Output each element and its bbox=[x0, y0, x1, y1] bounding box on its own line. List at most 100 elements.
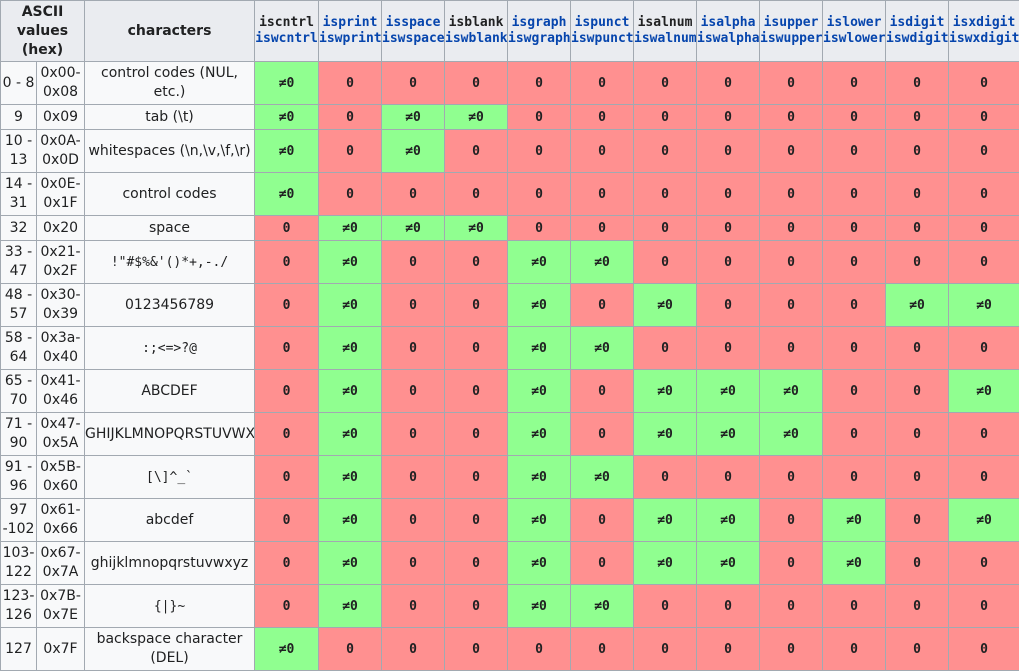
result-cell-iscntrl: 0 bbox=[255, 413, 319, 456]
result-cell-iscntrl: ≠0 bbox=[255, 628, 319, 671]
result-cell-iscntrl: ≠0 bbox=[255, 62, 319, 105]
wide-function-name[interactable]: iswcntrl bbox=[255, 31, 318, 47]
wide-function-name[interactable]: iswgraph bbox=[508, 31, 570, 47]
wide-function-name[interactable]: iswxdigit bbox=[949, 31, 1019, 47]
result-cell-isalnum: ≠0 bbox=[634, 413, 697, 456]
result-cell-isdigit: 0 bbox=[886, 327, 949, 370]
result-cell-iscntrl: 0 bbox=[255, 284, 319, 327]
result-cell-isalnum: 0 bbox=[634, 456, 697, 499]
result-cell-isprint: ≠0 bbox=[319, 456, 382, 499]
function-header-isupper[interactable]: isupperiswupper bbox=[760, 1, 823, 62]
result-cell-isspace: 0 bbox=[382, 585, 445, 628]
function-header-isprint[interactable]: isprintiswprint bbox=[319, 1, 382, 62]
result-cell-ispunct: 0 bbox=[571, 105, 634, 130]
hex-range-cell: 0x47- 0x5A bbox=[37, 413, 85, 456]
result-cell-isgraph: ≠0 bbox=[508, 284, 571, 327]
result-cell-isxdigit: ≠0 bbox=[949, 370, 1019, 413]
result-cell-isupper: ≠0 bbox=[760, 413, 823, 456]
table-row: 97 -1020x61- 0x66abcdef0≠000≠00≠0≠00≠00≠… bbox=[1, 499, 1019, 542]
hex-range-cell: 0x7F bbox=[37, 628, 85, 671]
function-header-ispunct[interactable]: ispunctiswpunct bbox=[571, 1, 634, 62]
result-cell-isdigit: 0 bbox=[886, 456, 949, 499]
result-cell-isdigit: 0 bbox=[886, 241, 949, 284]
result-cell-isxdigit: 0 bbox=[949, 130, 1019, 173]
result-cell-isxdigit: 0 bbox=[949, 105, 1019, 130]
decimal-range-cell: 33 - 47 bbox=[1, 241, 37, 284]
result-cell-isgraph: ≠0 bbox=[508, 413, 571, 456]
hex-range-cell: 0x0E- 0x1F bbox=[37, 173, 85, 216]
result-cell-isprint: ≠0 bbox=[319, 370, 382, 413]
function-name[interactable]: isupper bbox=[760, 15, 822, 31]
result-cell-isblank: 0 bbox=[445, 327, 508, 370]
function-name[interactable]: isprint bbox=[319, 15, 381, 31]
function-name[interactable]: isxdigit bbox=[949, 15, 1019, 31]
wide-function-name[interactable]: iswupper bbox=[760, 31, 822, 47]
function-header-islower[interactable]: isloweriswlower bbox=[823, 1, 886, 62]
result-cell-isalpha: 0 bbox=[697, 284, 760, 327]
result-cell-isprint: 0 bbox=[319, 105, 382, 130]
result-cell-ispunct: ≠0 bbox=[571, 327, 634, 370]
result-cell-isspace: ≠0 bbox=[382, 105, 445, 130]
function-name[interactable]: ispunct bbox=[571, 15, 633, 31]
function-header-isdigit[interactable]: isdigitiswdigit bbox=[886, 1, 949, 62]
wide-function-name[interactable]: iswspace bbox=[382, 31, 444, 47]
result-cell-iscntrl: 0 bbox=[255, 585, 319, 628]
result-cell-isalnum: 0 bbox=[634, 327, 697, 370]
result-cell-isblank: 0 bbox=[445, 62, 508, 105]
result-cell-ispunct: ≠0 bbox=[571, 585, 634, 628]
function-header-isxdigit[interactable]: isxdigitiswxdigit bbox=[949, 1, 1019, 62]
decimal-range-cell: 97 -102 bbox=[1, 499, 37, 542]
result-cell-ispunct: 0 bbox=[571, 542, 634, 585]
result-cell-ispunct: 0 bbox=[571, 628, 634, 671]
result-cell-islower: ≠0 bbox=[823, 542, 886, 585]
result-cell-isalnum: ≠0 bbox=[634, 542, 697, 585]
table-row: 10 - 130x0A- 0x0Dwhitespaces (\n,\v,\f,\… bbox=[1, 130, 1019, 173]
result-cell-isgraph: 0 bbox=[508, 62, 571, 105]
result-cell-isprint: ≠0 bbox=[319, 413, 382, 456]
result-cell-isblank: 0 bbox=[445, 370, 508, 413]
decimal-range-cell: 48 - 57 bbox=[1, 284, 37, 327]
table-row: 90x09tab (\t)≠00≠0≠000000000 bbox=[1, 105, 1019, 130]
wide-function-name[interactable]: iswalnum bbox=[634, 31, 696, 47]
function-name[interactable]: isspace bbox=[382, 15, 444, 31]
function-header-isspace[interactable]: isspaceiswspace bbox=[382, 1, 445, 62]
result-cell-isalnum: 0 bbox=[634, 241, 697, 284]
table-row: 91 - 960x5B- 0x60[\]^_`0≠000≠0≠0000000 bbox=[1, 456, 1019, 499]
result-cell-ispunct: 0 bbox=[571, 284, 634, 327]
function-name[interactable]: islower bbox=[823, 15, 885, 31]
result-cell-isblank: 0 bbox=[445, 499, 508, 542]
result-cell-isprint: ≠0 bbox=[319, 241, 382, 284]
result-cell-isalnum: 0 bbox=[634, 585, 697, 628]
result-cell-isupper: 0 bbox=[760, 241, 823, 284]
result-cell-isgraph: ≠0 bbox=[508, 542, 571, 585]
result-cell-isxdigit: ≠0 bbox=[949, 499, 1019, 542]
result-cell-ispunct: 0 bbox=[571, 413, 634, 456]
function-header-isalpha[interactable]: isalphaiswalpha bbox=[697, 1, 760, 62]
wide-function-name[interactable]: iswlower bbox=[823, 31, 885, 47]
result-cell-isupper: 0 bbox=[760, 327, 823, 370]
wide-function-name[interactable]: iswdigit bbox=[886, 31, 948, 47]
result-cell-isupper: 0 bbox=[760, 105, 823, 130]
characters-cell: whitespaces (\n,\v,\f,\r) bbox=[85, 130, 255, 173]
function-name[interactable]: isalpha bbox=[697, 15, 759, 31]
result-cell-isgraph: ≠0 bbox=[508, 370, 571, 413]
wide-function-name[interactable]: iswprint bbox=[319, 31, 381, 47]
result-cell-isxdigit: 0 bbox=[949, 628, 1019, 671]
result-cell-isgraph: 0 bbox=[508, 173, 571, 216]
table-row: 58 - 640x3a- 0x40:;<=>?@0≠000≠0≠0000000 bbox=[1, 327, 1019, 370]
result-cell-islower: 0 bbox=[823, 585, 886, 628]
function-name[interactable]: isgraph bbox=[508, 15, 570, 31]
wide-function-name[interactable]: iswblank bbox=[445, 31, 507, 47]
function-name[interactable]: isdigit bbox=[886, 15, 948, 31]
result-cell-isdigit: 0 bbox=[886, 105, 949, 130]
wide-function-name[interactable]: iswalpha bbox=[697, 31, 759, 47]
result-cell-islower: 0 bbox=[823, 370, 886, 413]
function-header-isgraph[interactable]: isgraphiswgraph bbox=[508, 1, 571, 62]
result-cell-isblank: 0 bbox=[445, 413, 508, 456]
function-name: isalnum bbox=[634, 15, 696, 31]
characters-header: characters bbox=[85, 1, 255, 62]
result-cell-isdigit: 0 bbox=[886, 370, 949, 413]
result-cell-isgraph: ≠0 bbox=[508, 456, 571, 499]
result-cell-isalpha: ≠0 bbox=[697, 499, 760, 542]
wide-function-name[interactable]: iswpunct bbox=[571, 31, 633, 47]
